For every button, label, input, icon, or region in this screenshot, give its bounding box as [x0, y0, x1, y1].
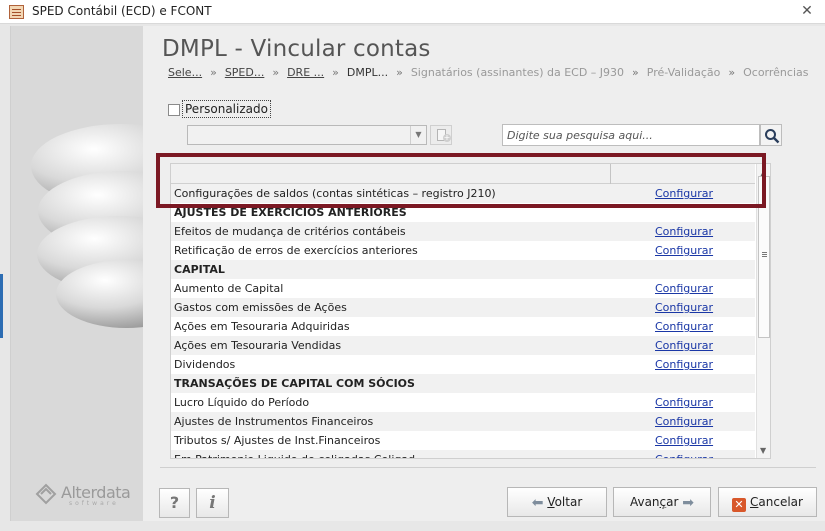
back-button[interactable]: ⬅ Voltar [507, 487, 607, 517]
breadcrumb-separator: » [210, 66, 217, 79]
breadcrumb-separator: » [272, 66, 280, 79]
row-label: Efeitos de mudança de critérios contábei… [174, 225, 406, 238]
back-label: Voltar [547, 495, 583, 509]
table-row: Tributos s/ Ajustes de Inst.Financeiros C… [171, 431, 755, 450]
scrollbar-thumb[interactable] [758, 176, 770, 338]
arrow-right-icon: ➡ [682, 495, 695, 511]
configure-link[interactable]: Configurar [655, 317, 713, 336]
wizard-frame: Alterdata software DMPL - Vincular conta… [0, 24, 825, 531]
group-label: AJUSTES DE EXERCÍCIOS ANTERIORES [174, 206, 407, 219]
arrow-left-icon: ⬅ [531, 495, 544, 511]
wizard-main-panel: DMPL - Vincular contas Sele... » SPED... » D… [143, 26, 825, 521]
grid-scrollbar[interactable]: ▲ ▼ [756, 164, 770, 458]
table-row: Ajustes de Instrumentos Financeiros Confi… [171, 412, 755, 431]
grid-header-description[interactable] [171, 164, 611, 184]
row-label: Ações em Tesouraria Adquiridas [174, 320, 350, 333]
configure-link[interactable]: Configurar [655, 279, 713, 298]
configure-link[interactable]: Configurar [655, 184, 713, 203]
cancel-label: Cancelar [750, 495, 803, 509]
breadcrumb-separator: » [728, 66, 736, 79]
configure-link[interactable]: Configurar [655, 298, 713, 317]
table-row: Lucro Líquido do Período Configurar [171, 393, 755, 412]
group-label: TRANSAÇÕES DE CAPITAL COM SÓCIOS [174, 377, 415, 390]
breadcrumb-item-signatarios: Signatários (assinantes) da ECD – J930 [410, 66, 625, 79]
table-row: Retificação de erros de exercícios anter… [171, 241, 755, 260]
plus-icon: + [443, 133, 451, 142]
next-button[interactable]: Avançar ➡ [613, 487, 711, 517]
grid-header-action[interactable] [612, 164, 755, 184]
breadcrumb-separator: » [396, 66, 403, 79]
row-label: Aumento de Capital [174, 282, 284, 295]
help-button[interactable]: ? [159, 488, 190, 518]
next-label: Avançar [629, 495, 679, 509]
configure-link[interactable]: Configurar [655, 355, 713, 374]
search-button[interactable] [760, 124, 782, 146]
alterdata-logo: Alterdata software [35, 483, 135, 507]
cancel-x-icon: ✕ [732, 498, 747, 512]
table-row: Ações em Tesouraria Vendidas Configurar [171, 336, 755, 355]
breadcrumb: Sele... » SPED... » DRE ... » DMPL... » Signatár… [168, 66, 808, 79]
table-row: Dividendos Configurar [171, 355, 755, 374]
wizard-side-panel: Alterdata software [10, 26, 143, 521]
breadcrumb-item-pre-validacao: Pré-Validação [646, 66, 721, 79]
footer-divider [160, 467, 816, 468]
row-label: Em Patrimonio Liquido de coligadas Colig… [174, 450, 426, 458]
row-label: Dividendos [174, 358, 236, 371]
personalizado-label[interactable]: Personalizado [182, 100, 271, 118]
decorative-spheres-image [31, 124, 143, 328]
grid-header [171, 164, 755, 184]
close-icon[interactable]: ✕ [799, 3, 815, 19]
accounts-grid: Configurações de saldos (contas sintétic… [170, 163, 771, 459]
configure-link[interactable]: Configurar [655, 393, 713, 412]
spreadsheet-app-icon [9, 5, 24, 19]
page-title: DMPL - Vincular contas [162, 36, 431, 62]
configure-link[interactable]: Configurar [655, 412, 713, 431]
breadcrumb-separator: » [332, 66, 339, 79]
configure-link[interactable]: Configurar [655, 450, 713, 458]
chevron-down-icon[interactable]: ▼ [410, 126, 426, 144]
new-document-button[interactable]: + [430, 125, 452, 145]
table-row: Ações em Tesouraria Adquiridas Configurar [171, 317, 755, 336]
info-button[interactable]: i [196, 488, 229, 518]
breadcrumb-item-ocorrencias: Ocorrências [743, 66, 809, 79]
configure-link[interactable]: Configurar [655, 431, 713, 450]
window-titlebar: SPED Contábil (ECD) e FCONT ✕ [0, 0, 825, 24]
table-row: Gastos com emissões de Ações Configurar [171, 298, 755, 317]
breadcrumb-item-sped[interactable]: SPED... [225, 66, 265, 79]
alterdata-logo-icon [35, 483, 57, 505]
personalizado-checkbox[interactable] [168, 104, 180, 116]
scroll-down-icon[interactable]: ▼ [760, 446, 766, 455]
group-row: TRANSAÇÕES DE CAPITAL COM SÓCIOS [171, 374, 755, 393]
group-label: CAPITAL [174, 263, 225, 276]
row-label: Ajustes de Instrumentos Financeiros [174, 415, 374, 428]
group-row: AJUSTES DE EXERCÍCIOS ANTERIORES [171, 203, 755, 222]
configure-link[interactable]: Configurar [655, 241, 713, 260]
row-label: Lucro Líquido do Período [174, 396, 310, 409]
search-icon [765, 129, 780, 144]
grip-icon [762, 252, 767, 253]
group-row: CAPITAL [171, 260, 755, 279]
logo-tagline: software [69, 500, 119, 507]
configure-link[interactable]: Configurar [655, 222, 713, 241]
cancel-button[interactable]: ✕ Cancelar [718, 487, 817, 517]
breadcrumb-item-dre[interactable]: DRE ... [287, 66, 324, 79]
left-edge-accent [0, 274, 3, 338]
configure-link[interactable]: Configurar [655, 336, 713, 355]
breadcrumb-item-selecao[interactable]: Sele... [168, 66, 202, 79]
breadcrumb-item-dmpl: DMPL... [346, 66, 389, 79]
row-label: Retificação de erros de exercícios anter… [174, 244, 418, 257]
table-row: Efeitos de mudança de critérios contábei… [171, 222, 755, 241]
search-input[interactable] [502, 124, 760, 146]
row-label: Gastos com emissões de Ações [174, 301, 347, 314]
table-row: Aumento de Capital Configurar [171, 279, 755, 298]
row-label: Configurações de saldos (contas sintétic… [174, 187, 496, 200]
window-title: SPED Contábil (ECD) e FCONT [32, 4, 212, 18]
model-select[interactable]: ▼ [187, 125, 427, 145]
row-label: Ações em Tesouraria Vendidas [174, 339, 342, 352]
breadcrumb-separator: » [632, 66, 639, 79]
grid-rows: Configurações de saldos (contas sintétic… [171, 184, 755, 458]
row-label: Tributos s/ Ajustes de Inst.Financeiros [174, 434, 381, 447]
table-row: Em Patrimonio Liquido de coligadas Colig… [171, 450, 755, 458]
table-row: Configurações de saldos (contas sintétic… [171, 184, 755, 203]
